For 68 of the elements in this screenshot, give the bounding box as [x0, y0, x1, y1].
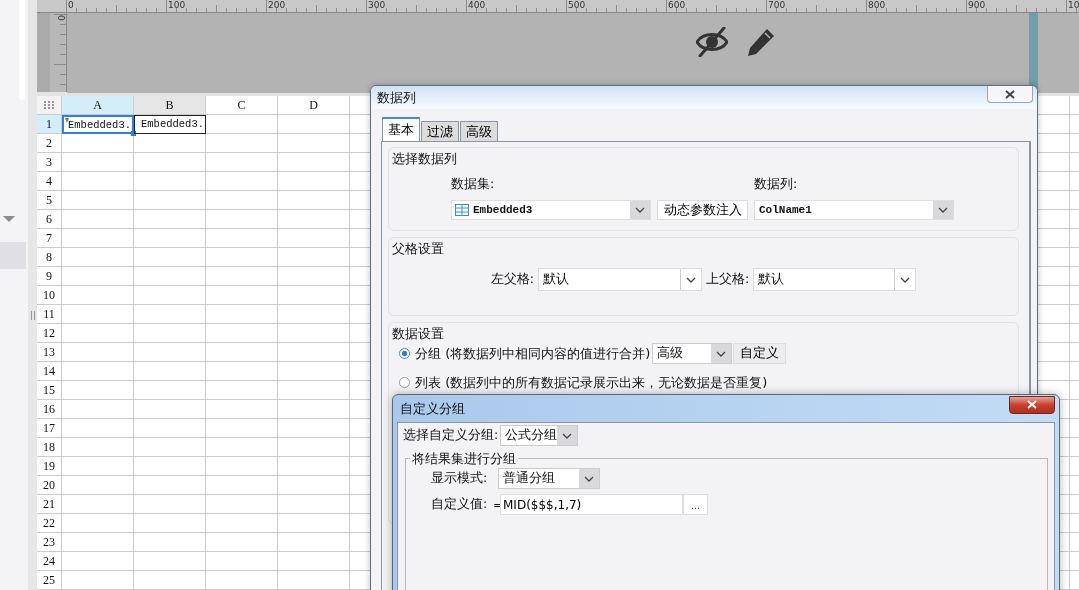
chevron-down-icon	[938, 207, 948, 213]
chevron-down-icon	[635, 207, 645, 213]
column-header[interactable]: A	[62, 96, 134, 115]
group-title: 数据设置	[391, 325, 445, 343]
ruler-label: 0	[68, 0, 74, 10]
inject-button[interactable]: 动态参数注入	[657, 200, 748, 220]
ruler-label: 100	[168, 0, 186, 10]
field-label: 显示模式:	[431, 470, 489, 487]
ruler-label: 700	[768, 0, 786, 10]
field-label: 数据集:	[451, 176, 496, 193]
chevron-down-icon	[584, 475, 594, 482]
radio-button[interactable]	[399, 348, 410, 359]
table-cell[interactable]: Embedded3.	[62, 115, 134, 134]
tab[interactable]: 高级	[460, 121, 498, 141]
field-label: 上父格:	[706, 271, 750, 288]
browse-button[interactable]: ...	[683, 494, 708, 515]
tab[interactable]: 基本	[382, 117, 420, 141]
close-icon	[1027, 400, 1037, 409]
field-label: 选择自定义分组:	[403, 427, 499, 444]
dataset-dropdown[interactable]: Embedded3	[451, 200, 651, 220]
ruler-label: 400	[468, 0, 486, 10]
chevron-down-icon	[562, 432, 573, 439]
tab[interactable]: 过滤	[421, 121, 459, 141]
dropdown[interactable]: 普通分组	[498, 468, 600, 489]
group-title: 将结果集进行分组	[410, 450, 518, 468]
ruler-label: 600	[668, 0, 686, 10]
close-button[interactable]	[1009, 395, 1055, 414]
table-cell[interactable]: Embedded3.	[134, 115, 206, 134]
cell-marker-icon	[65, 118, 69, 123]
field-label: 自定义值:	[431, 496, 489, 513]
formula-field[interactable]: MID($$$,1,7)	[500, 494, 683, 515]
radio-option[interactable]: 列表 (数据列中的所有数据记录展示出来，无论数据是否重复)	[399, 373, 768, 392]
dropdown[interactable]: 默认	[753, 268, 917, 291]
chevron-down-icon	[686, 276, 696, 283]
caret-down-icon[interactable]	[3, 216, 15, 222]
fill-handle[interactable]	[131, 131, 136, 136]
ruler-label: 800	[868, 0, 886, 10]
column-dropdown[interactable]: ColName1	[754, 200, 954, 220]
column-header[interactable]: B	[134, 96, 206, 115]
group-title: 父格设置	[391, 240, 445, 258]
dropdown[interactable]: 公式分组	[500, 425, 579, 446]
grid-dots-icon	[43, 101, 55, 109]
close-icon	[1005, 89, 1015, 99]
ruler-label: 900	[968, 0, 986, 10]
custom-button[interactable]: 自定义	[733, 343, 787, 364]
radio-button[interactable]	[399, 377, 410, 388]
field-label: 左父格:	[490, 271, 534, 288]
ruler-label: 10	[1068, 0, 1079, 10]
ruler-label: 200	[268, 0, 286, 10]
chevron-down-icon	[716, 350, 727, 357]
table-icon	[455, 204, 469, 216]
select-all-corner[interactable]	[37, 96, 62, 115]
field-label: 数据列:	[754, 176, 799, 193]
dropdown[interactable]: 高级	[652, 343, 733, 364]
radio-option[interactable]: 分组 (将数据列中相同内容的值进行合并)	[399, 344, 651, 363]
eye-slash-icon[interactable]	[696, 27, 728, 57]
close-button[interactable]	[987, 86, 1033, 103]
chevron-down-icon	[900, 276, 911, 283]
grip-icon[interactable]	[30, 310, 35, 320]
group-title: 选择数据列	[391, 150, 458, 168]
pencil-icon[interactable]	[746, 27, 776, 57]
row-header[interactable]: 1	[37, 115, 62, 134]
window-title: 自定义分组	[400, 399, 465, 418]
ruler-label: 500	[568, 0, 586, 10]
ruler-label: 0	[56, 15, 66, 21]
window-title: 数据列	[377, 88, 416, 107]
dropdown[interactable]: 默认	[538, 268, 702, 291]
ruler-label: 300	[368, 0, 386, 10]
